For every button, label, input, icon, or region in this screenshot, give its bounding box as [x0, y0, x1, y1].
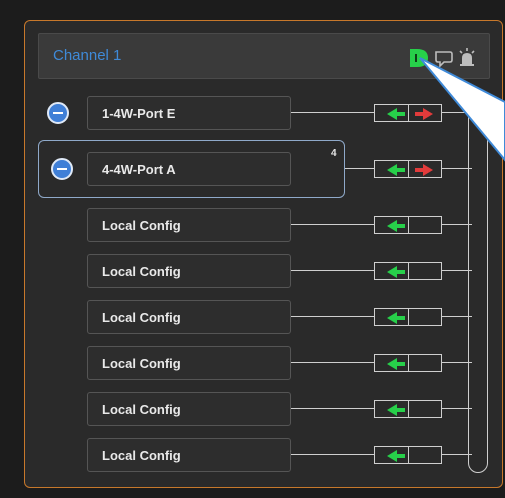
port-label: Local Config: [102, 448, 181, 463]
port-row: Local Config: [0, 300, 505, 334]
alarm-icon[interactable]: [455, 46, 479, 70]
port-button[interactable]: 1-4W-Port E: [87, 96, 291, 130]
bus-wire: [442, 270, 472, 271]
port-button[interactable]: Local Config: [87, 300, 291, 334]
port-row: 4-4W-Port A: [0, 152, 505, 186]
left-arrow-icon: [387, 358, 405, 370]
port-wire: [291, 362, 375, 363]
route-separator: [408, 308, 409, 326]
route-separator: [408, 160, 409, 178]
port-row: Local Config: [0, 208, 505, 242]
port-label: 4-4W-Port A: [102, 162, 176, 177]
bus-wire: [442, 112, 472, 113]
audio-route-box[interactable]: [374, 354, 442, 372]
channel-header: Channel 1: [38, 33, 490, 79]
remove-port-button[interactable]: [47, 102, 69, 124]
left-arrow-icon: [387, 108, 405, 120]
left-arrow-icon: [387, 312, 405, 324]
port-label: Local Config: [102, 402, 181, 417]
route-separator: [408, 216, 409, 234]
left-arrow-icon: [387, 404, 405, 416]
bus-wire: [442, 224, 472, 225]
remove-port-button[interactable]: [51, 158, 73, 180]
port-wire: [291, 316, 375, 317]
port-row: Local Config: [0, 392, 505, 426]
audio-route-box[interactable]: [374, 160, 442, 178]
port-label: Local Config: [102, 310, 181, 325]
port-button[interactable]: Local Config: [87, 208, 291, 242]
right-arrow-icon: [415, 164, 433, 176]
port-wire: [291, 408, 375, 409]
port-button[interactable]: 4-4W-Port A: [87, 152, 291, 186]
left-arrow-icon: [387, 220, 405, 232]
audio-route-box[interactable]: [374, 400, 442, 418]
port-wire: [291, 112, 375, 113]
route-separator: [408, 262, 409, 280]
port-label: 1-4W-Port E: [102, 106, 176, 121]
audio-route-box[interactable]: [374, 446, 442, 464]
port-row: Local Config: [0, 346, 505, 380]
port-row: 1-4W-Port E: [0, 96, 505, 130]
route-separator: [408, 446, 409, 464]
port-label: Local Config: [102, 218, 181, 233]
route-separator: [408, 400, 409, 418]
audio-route-box[interactable]: [374, 104, 442, 122]
port-wire: [345, 168, 375, 169]
route-separator: [408, 354, 409, 372]
port-wire: [291, 224, 375, 225]
channel-header-icons: [407, 46, 477, 70]
channel-title: Channel 1: [53, 47, 122, 64]
audio-route-box[interactable]: [374, 262, 442, 280]
bus-wire: [442, 408, 472, 409]
port-button[interactable]: Local Config: [87, 392, 291, 426]
port-wire: [291, 454, 375, 455]
port-label: Local Config: [102, 264, 181, 279]
left-arrow-icon: [387, 164, 405, 176]
port-button[interactable]: Local Config: [87, 438, 291, 472]
bus-wire: [442, 316, 472, 317]
speech-bubble-icon[interactable]: [432, 46, 456, 70]
port-row: Local Config: [0, 254, 505, 288]
bus-wire: [442, 454, 472, 455]
bus-wire: [442, 168, 472, 169]
green-d-icon[interactable]: [407, 46, 431, 70]
port-row: Local Config: [0, 438, 505, 472]
port-label: Local Config: [102, 356, 181, 371]
port-button[interactable]: Local Config: [87, 254, 291, 288]
bus-wire: [442, 362, 472, 363]
port-button[interactable]: Local Config: [87, 346, 291, 380]
left-arrow-icon: [387, 266, 405, 278]
audio-route-box[interactable]: [374, 216, 442, 234]
audio-route-box[interactable]: [374, 308, 442, 326]
port-wire: [291, 270, 375, 271]
right-arrow-icon: [415, 108, 433, 120]
left-arrow-icon: [387, 450, 405, 462]
route-separator: [408, 104, 409, 122]
